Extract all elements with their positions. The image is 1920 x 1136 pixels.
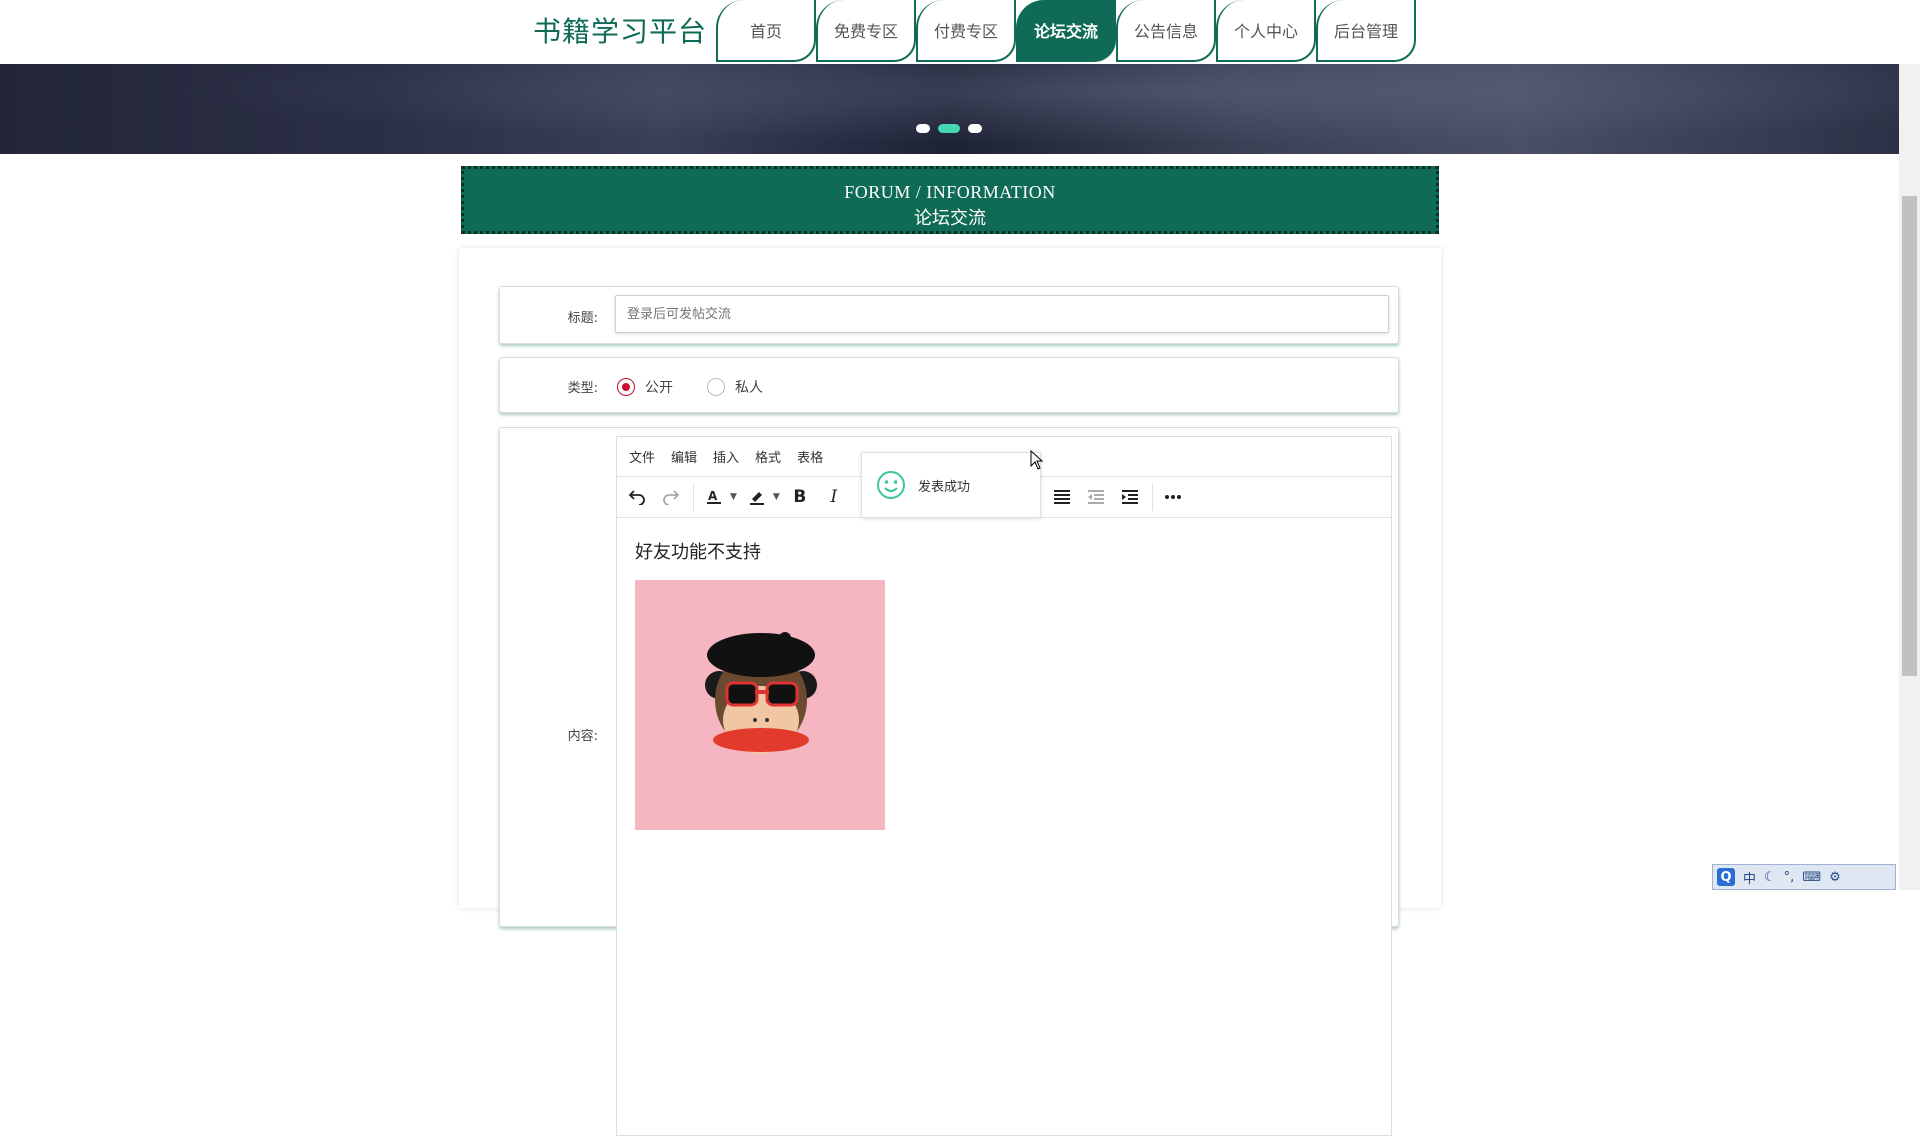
carousel-indicators	[916, 124, 982, 133]
svg-text:A: A	[708, 489, 718, 503]
chevron-down-icon[interactable]: ▼	[730, 492, 737, 502]
content-label: 内容:	[567, 729, 598, 744]
radio-public-label[interactable]: 公开	[645, 377, 673, 397]
ime-toolbar: Q 中 ☾ °, ⌨ ⚙	[1712, 864, 1896, 890]
top-navbar: 书籍学习平台 首页 免费专区 付费专区 论坛交流 公告信息 个人中心 后台管理	[0, 0, 1920, 64]
punctuation-icon[interactable]: °,	[1784, 870, 1795, 885]
align-justify-icon[interactable]	[1048, 483, 1076, 511]
menu-format[interactable]: 格式	[755, 447, 781, 466]
embedded-image[interactable]	[635, 580, 885, 830]
banner-carousel	[0, 64, 1899, 154]
highlight-color-icon[interactable]	[743, 483, 771, 511]
banner-image	[0, 64, 1899, 154]
nav-item-personal-center[interactable]: 个人中心	[1216, 0, 1316, 62]
redo-icon[interactable]	[657, 483, 685, 511]
section-title-en: FORUM / INFORMATION	[844, 182, 1056, 202]
rich-text-editor: 文件 编辑 插入 格式 表格 A ▼ ▼ B I 好友功能不支持	[616, 436, 1392, 1136]
menu-file[interactable]: 文件	[629, 447, 655, 466]
section-title-cn: 论坛交流	[914, 208, 986, 228]
carousel-dot-active[interactable]	[938, 124, 960, 133]
success-toast: 发表成功	[861, 452, 1041, 518]
ime-mode[interactable]: 中	[1743, 868, 1756, 887]
title-row: 标题:	[499, 286, 1399, 344]
nav-item-announcements[interactable]: 公告信息	[1116, 0, 1216, 62]
smile-icon	[877, 471, 905, 499]
title-input[interactable]	[615, 295, 1389, 333]
nav-item-free-zone[interactable]: 免费专区	[816, 0, 916, 62]
monkey-illustration	[635, 580, 885, 830]
nav-item-home[interactable]: 首页	[716, 0, 816, 62]
radio-private[interactable]	[707, 378, 725, 396]
editor-body-text[interactable]: 好友功能不支持	[635, 538, 1373, 564]
toast-message: 发表成功	[918, 479, 971, 495]
menu-table[interactable]: 表格	[797, 447, 823, 466]
italic-icon[interactable]: I	[820, 483, 848, 511]
menu-insert[interactable]: 插入	[713, 447, 739, 466]
moon-icon[interactable]: ☾	[1764, 870, 1776, 885]
keyboard-icon[interactable]: ⌨	[1802, 870, 1821, 885]
post-form-panel: 标题: 类型: 公开 私人 内容: 文件 编辑 插入 格式 表格	[459, 248, 1441, 1136]
type-row: 类型: 公开 私人	[499, 357, 1399, 413]
type-label: 类型:	[567, 381, 598, 396]
ime-logo-icon[interactable]: Q	[1717, 868, 1735, 886]
toolbar-divider	[693, 483, 694, 511]
bold-icon[interactable]: B	[786, 483, 814, 511]
outdent-icon[interactable]	[1082, 483, 1110, 511]
type-radio-group: 公开 私人	[617, 377, 797, 397]
toolbar-divider	[1151, 483, 1153, 511]
radio-public[interactable]	[617, 378, 635, 396]
menu-edit[interactable]: 编辑	[671, 447, 697, 466]
carousel-dot[interactable]	[968, 124, 982, 133]
mouse-cursor-icon	[1030, 450, 1044, 470]
nav-item-paid-zone[interactable]: 付费专区	[916, 0, 1016, 62]
settings-icon[interactable]: ⚙	[1829, 870, 1841, 885]
site-logo[interactable]: 书籍学习平台	[533, 10, 707, 50]
indent-icon[interactable]	[1116, 483, 1144, 511]
title-label: 标题:	[567, 311, 598, 326]
carousel-dot[interactable]	[916, 124, 930, 133]
chevron-down-icon[interactable]: ▼	[773, 492, 780, 502]
page-scrollbar[interactable]	[1899, 0, 1920, 890]
more-icon[interactable]	[1159, 483, 1187, 511]
editor-content[interactable]: 好友功能不支持	[617, 518, 1391, 844]
undo-icon[interactable]	[623, 483, 651, 511]
scrollbar-thumb[interactable]	[1902, 196, 1917, 676]
nav-item-forum[interactable]: 论坛交流	[1016, 0, 1116, 62]
section-header: FORUM / INFORMATION 论坛交流	[461, 166, 1439, 234]
main-nav: 首页 免费专区 付费专区 论坛交流 公告信息 个人中心 后台管理	[716, 0, 1416, 64]
nav-item-admin[interactable]: 后台管理	[1316, 0, 1416, 62]
radio-private-label[interactable]: 私人	[735, 377, 763, 397]
text-color-icon[interactable]: A	[700, 483, 728, 511]
